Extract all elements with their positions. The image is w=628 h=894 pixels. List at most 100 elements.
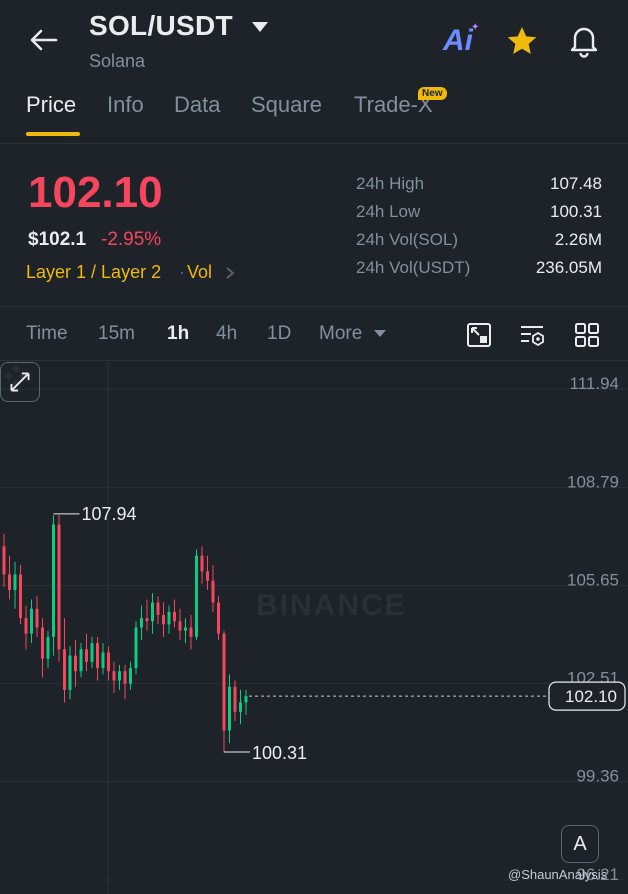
interval-1d[interactable]: 1D [267,323,291,345]
header: SOL/USDT Solana Ai ✦ [0,0,628,82]
fullscreen-icon[interactable] [0,362,40,402]
stats-panel: 24h High 107.48 24h Low 100.31 24h Vol(S… [356,174,602,286]
candle-body [140,618,143,628]
candle-body [222,633,226,731]
tab-data[interactable]: Data [174,92,220,118]
layout-grid-icon[interactable] [574,322,600,348]
candle-body [145,618,149,622]
last-price: 102.10 [28,168,163,217]
tab-info[interactable]: Info [107,92,144,118]
active-tab-indicator [26,132,80,136]
y-tick-label: 99.36 [576,767,619,786]
interval-1h[interactable]: 1h [167,323,189,345]
stat-value: 2.26M [554,230,602,249]
candle-body [68,655,72,690]
stat-label: 24h Vol(SOL) [356,230,459,249]
tab-square[interactable]: Square [251,92,322,118]
candle-body [79,649,83,672]
auto-scale-button[interactable]: A [561,825,599,863]
candle-body [35,608,39,628]
candle-body [2,546,6,575]
candle-body [13,574,17,591]
indicator-settings-icon[interactable] [466,322,492,348]
fiat-price: $102.1 [28,229,87,250]
candle-body [211,580,215,603]
price-change: -2.95% [101,229,162,250]
candle-body [46,636,50,659]
candle-body [90,643,94,662]
interval-15m[interactable]: 15m [98,323,135,345]
candle-body [184,627,187,631]
back-arrow-icon[interactable] [26,22,62,58]
candle-body [178,621,182,631]
candle-body [200,555,204,572]
candle-body [239,702,242,712]
candle-body [74,655,77,672]
candlestick-chart[interactable]: 111.94108.79105.65102.5199.3696.21107.94… [0,362,628,894]
stat-row: 24h Low 100.31 [356,202,602,230]
tab-bar: Price Info Data Square Trade-X [0,88,628,138]
y-tick-label: 111.94 [570,374,619,393]
stat-value: 236.05M [535,258,602,277]
candle-body [96,643,99,669]
candle-body [156,602,160,615]
bell-icon[interactable] [566,22,602,58]
stat-value: 100.31 [550,202,602,221]
ai-icon[interactable]: Ai [443,24,473,58]
candle-body [57,524,61,650]
stat-label: 24h High [356,174,425,193]
stat-row: 24h High 107.48 [356,174,602,202]
candle-body [123,671,127,684]
pair-title[interactable]: SOL/USDT [89,10,233,42]
more-caret-icon[interactable] [374,330,386,338]
candle-body [134,627,138,669]
candle-body [217,602,220,634]
candle-body [118,671,121,681]
low-marker-label: 100.31 [252,743,307,763]
divider [0,143,628,144]
chevron-right-icon[interactable] [224,266,236,280]
stat-label: 24h Low [356,202,421,221]
divider [0,360,628,361]
price-chart[interactable]: 111.94 108.79 105.65 102.51 99.36 96.21 107.94… [0,362,628,894]
candle-body [167,611,171,625]
tab-price[interactable]: Price [26,92,76,118]
credit-watermark: @ShaunAnalysis [508,867,608,882]
dropdown-caret-icon[interactable] [250,20,270,34]
current-price-label: 102.10 [565,687,617,706]
candle-body [244,696,248,703]
candle-body [112,671,116,681]
ai-sparkle-icon: ✦ [471,22,480,33]
star-icon[interactable] [505,24,539,58]
vol-tag[interactable]: Vol [187,262,212,283]
candle-body [107,652,110,672]
candle-body [129,668,132,684]
category-tags[interactable]: Layer 1 / Layer 2 [26,262,161,283]
stat-row: 24h Vol(USDT) 236.05M [356,258,602,286]
interval-time[interactable]: Time [26,323,68,345]
tag-separator: · [179,262,185,282]
interval-more[interactable]: More [319,323,362,345]
chart-settings-icon[interactable] [519,322,545,348]
watermark: BINANCE [256,589,407,622]
y-tick-label: 108.79 [567,472,619,491]
candle-body [195,555,198,637]
candle-body [52,524,55,637]
candle-body [162,614,165,625]
stat-value: 107.48 [550,174,602,193]
candle-body [206,571,209,581]
candle-body [41,627,44,659]
candle-body [24,618,28,634]
asset-name: Solana [89,51,146,71]
stat-row: 24h Vol(SOL) 2.26M [356,230,602,258]
y-tick-label: 105.65 [567,570,619,589]
interval-4h[interactable]: 4h [216,323,237,345]
candle-body [85,649,88,662]
stat-label: 24h Vol(USDT) [356,258,471,277]
candle-body [30,608,33,634]
candle-body [151,602,154,622]
candle-body [101,652,105,669]
candle-body [173,611,176,622]
new-badge: New [418,87,447,100]
candle-body [228,686,231,731]
